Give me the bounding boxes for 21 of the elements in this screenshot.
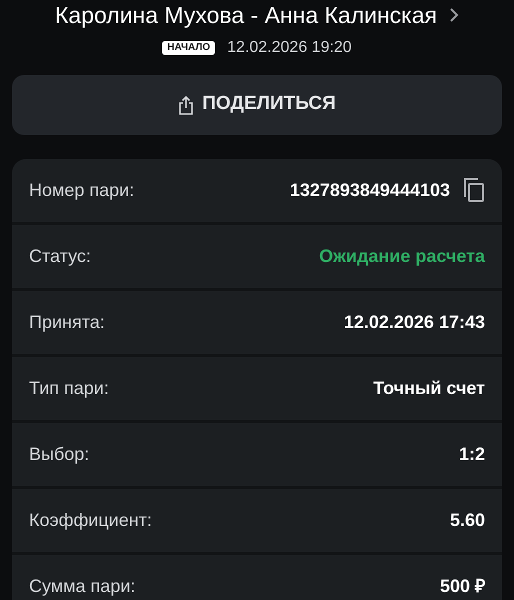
start-datetime: 12.02.2026 19:20 [227, 38, 352, 58]
match-title: Каролина Мухова - Анна Калинская [55, 4, 437, 27]
detail-value: 1327893849444103 [290, 178, 450, 202]
share-button[interactable]: ПОДЕЛИТЬСЯ [12, 74, 502, 135]
detail-label: Статус: [29, 244, 91, 268]
detail-value: Точный счет [373, 376, 485, 400]
detail-value: 5.60 [450, 508, 485, 532]
copy-icon[interactable] [463, 177, 485, 204]
detail-value: 1:2 [458, 442, 485, 466]
detail-label: Тип пари: [29, 376, 109, 400]
detail-label: Номер пари: [29, 178, 134, 202]
start-badge: НАЧАЛО [162, 40, 216, 55]
detail-value: 500 ₽ [440, 574, 485, 598]
detail-label: Коэффициент: [29, 508, 152, 532]
detail-value: 12.02.2026 17:43 [344, 310, 485, 334]
detail-value: Ожидание расчета [319, 244, 485, 268]
detail-label: Сумма пари: [29, 574, 136, 598]
detail-label: Принята: [29, 310, 105, 334]
chevron-right-icon[interactable] [448, 8, 459, 22]
share-icon [178, 94, 194, 115]
detail-label: Выбор: [29, 442, 90, 466]
